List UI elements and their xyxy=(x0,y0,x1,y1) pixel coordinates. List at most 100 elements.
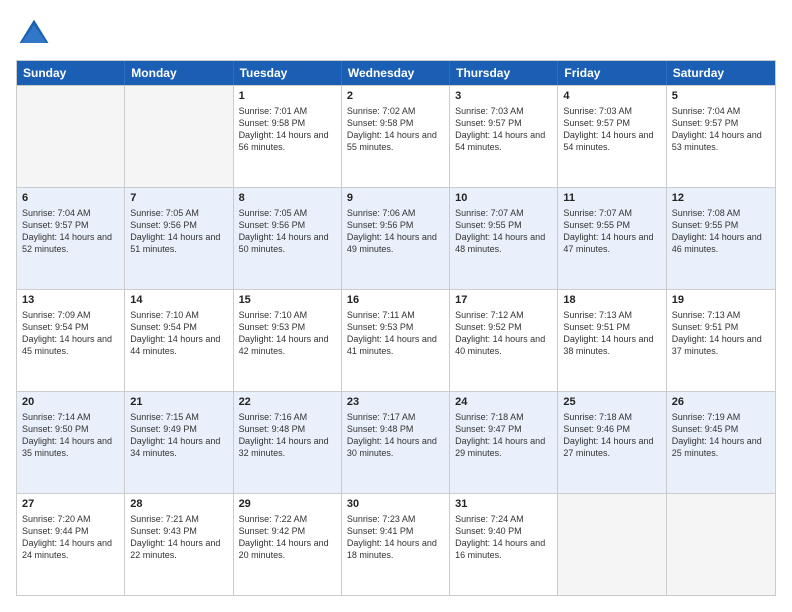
weekday-header-saturday: Saturday xyxy=(667,61,775,85)
calendar-cell-29: 29 Sunrise: 7:22 AM Sunset: 9:42 PM Dayli… xyxy=(234,494,342,595)
cell-info: Sunrise: 7:15 AM Sunset: 9:49 PM Dayligh… xyxy=(130,411,227,460)
cell-day-number: 8 xyxy=(239,192,336,204)
calendar-cell-28: 28 Sunrise: 7:21 AM Sunset: 9:43 PM Dayli… xyxy=(125,494,233,595)
cell-info: Sunrise: 7:14 AM Sunset: 9:50 PM Dayligh… xyxy=(22,411,119,460)
cell-info: Sunrise: 7:16 AM Sunset: 9:48 PM Dayligh… xyxy=(239,411,336,460)
cell-day-number: 24 xyxy=(455,396,552,408)
weekday-header-tuesday: Tuesday xyxy=(234,61,342,85)
cell-day-number: 10 xyxy=(455,192,552,204)
calendar-cell-13: 13 Sunrise: 7:09 AM Sunset: 9:54 PM Dayli… xyxy=(17,290,125,391)
calendar-cell-5: 5 Sunrise: 7:04 AM Sunset: 9:57 PM Daylig… xyxy=(667,86,775,187)
calendar: SundayMondayTuesdayWednesdayThursdayFrid… xyxy=(16,60,776,596)
calendar-cell-2: 2 Sunrise: 7:02 AM Sunset: 9:58 PM Daylig… xyxy=(342,86,450,187)
cell-day-number: 16 xyxy=(347,294,444,306)
calendar-row-2: 6 Sunrise: 7:04 AM Sunset: 9:57 PM Daylig… xyxy=(17,187,775,289)
calendar-cell-30: 30 Sunrise: 7:23 AM Sunset: 9:41 PM Dayli… xyxy=(342,494,450,595)
cell-info: Sunrise: 7:23 AM Sunset: 9:41 PM Dayligh… xyxy=(347,513,444,562)
cell-info: Sunrise: 7:11 AM Sunset: 9:53 PM Dayligh… xyxy=(347,309,444,358)
cell-day-number: 5 xyxy=(672,90,770,102)
weekday-header-monday: Monday xyxy=(125,61,233,85)
cell-day-number: 18 xyxy=(563,294,660,306)
cell-day-number: 11 xyxy=(563,192,660,204)
cell-day-number: 6 xyxy=(22,192,119,204)
cell-info: Sunrise: 7:01 AM Sunset: 9:58 PM Dayligh… xyxy=(239,105,336,154)
calendar-cell-7: 7 Sunrise: 7:05 AM Sunset: 9:56 PM Daylig… xyxy=(125,188,233,289)
cell-info: Sunrise: 7:04 AM Sunset: 9:57 PM Dayligh… xyxy=(672,105,770,154)
calendar-cell-17: 17 Sunrise: 7:12 AM Sunset: 9:52 PM Dayli… xyxy=(450,290,558,391)
cell-info: Sunrise: 7:20 AM Sunset: 9:44 PM Dayligh… xyxy=(22,513,119,562)
cell-day-number: 27 xyxy=(22,498,119,510)
cell-day-number: 1 xyxy=(239,90,336,102)
cell-day-number: 23 xyxy=(347,396,444,408)
calendar-row-5: 27 Sunrise: 7:20 AM Sunset: 9:44 PM Dayli… xyxy=(17,493,775,595)
cell-day-number: 15 xyxy=(239,294,336,306)
cell-day-number: 21 xyxy=(130,396,227,408)
calendar-cell-3: 3 Sunrise: 7:03 AM Sunset: 9:57 PM Daylig… xyxy=(450,86,558,187)
logo-icon xyxy=(16,16,52,52)
cell-info: Sunrise: 7:22 AM Sunset: 9:42 PM Dayligh… xyxy=(239,513,336,562)
calendar-cell-9: 9 Sunrise: 7:06 AM Sunset: 9:56 PM Daylig… xyxy=(342,188,450,289)
calendar-cell-19: 19 Sunrise: 7:13 AM Sunset: 9:51 PM Dayli… xyxy=(667,290,775,391)
calendar-header: SundayMondayTuesdayWednesdayThursdayFrid… xyxy=(17,61,775,85)
cell-day-number: 17 xyxy=(455,294,552,306)
cell-day-number: 29 xyxy=(239,498,336,510)
calendar-cell-15: 15Sunrise: 7:10 AM Sunset: 9:53 PM Dayli… xyxy=(234,290,342,391)
calendar-row-1: 1 Sunrise: 7:01 AM Sunset: 9:58 PM Daylig… xyxy=(17,85,775,187)
calendar-row-4: 20 Sunrise: 7:14 AM Sunset: 9:50 PM Dayli… xyxy=(17,391,775,493)
calendar-cell-4: 4 Sunrise: 7:03 AM Sunset: 9:57 PM Daylig… xyxy=(558,86,666,187)
weekday-header-wednesday: Wednesday xyxy=(342,61,450,85)
cell-info: Sunrise: 7:06 AM Sunset: 9:56 PM Dayligh… xyxy=(347,207,444,256)
weekday-header-thursday: Thursday xyxy=(450,61,558,85)
cell-day-number: 28 xyxy=(130,498,227,510)
cell-day-number: 25 xyxy=(563,396,660,408)
cell-day-number: 30 xyxy=(347,498,444,510)
cell-day-number: 2 xyxy=(347,90,444,102)
calendar-cell-21: 21 Sunrise: 7:15 AM Sunset: 9:49 PM Dayli… xyxy=(125,392,233,493)
calendar-cell-10: 10Sunrise: 7:07 AM Sunset: 9:55 PM Dayli… xyxy=(450,188,558,289)
cell-day-number: 12 xyxy=(672,192,770,204)
cell-info: Sunrise: 7:12 AM Sunset: 9:52 PM Dayligh… xyxy=(455,309,552,358)
calendar-cell-empty xyxy=(125,86,233,187)
cell-day-number: 20 xyxy=(22,396,119,408)
weekday-header-sunday: Sunday xyxy=(17,61,125,85)
calendar-cell-27: 27 Sunrise: 7:20 AM Sunset: 9:44 PM Dayli… xyxy=(17,494,125,595)
cell-info: Sunrise: 7:09 AM Sunset: 9:54 PM Dayligh… xyxy=(22,309,119,358)
page: SundayMondayTuesdayWednesdayThursdayFrid… xyxy=(0,0,792,612)
cell-info: Sunrise: 7:18 AM Sunset: 9:47 PM Dayligh… xyxy=(455,411,552,460)
cell-day-number: 26 xyxy=(672,396,770,408)
calendar-cell-22: 22 Sunrise: 7:16 AM Sunset: 9:48 PM Dayli… xyxy=(234,392,342,493)
cell-info: Sunrise: 7:24 AM Sunset: 9:40 PM Dayligh… xyxy=(455,513,552,562)
cell-info: Sunrise: 7:13 AM Sunset: 9:51 PM Dayligh… xyxy=(563,309,660,358)
weekday-header-friday: Friday xyxy=(558,61,666,85)
cell-info: Sunrise: 7:03 AM Sunset: 9:57 PM Dayligh… xyxy=(563,105,660,154)
calendar-cell-1: 1 Sunrise: 7:01 AM Sunset: 9:58 PM Daylig… xyxy=(234,86,342,187)
calendar-cell-8: 8Sunrise: 7:05 AM Sunset: 9:56 PM Daylig… xyxy=(234,188,342,289)
header xyxy=(16,16,776,52)
cell-info: Sunrise: 7:07 AM Sunset: 9:55 PM Dayligh… xyxy=(563,207,660,256)
cell-day-number: 22 xyxy=(239,396,336,408)
calendar-cell-11: 11 Sunrise: 7:07 AM Sunset: 9:55 PM Dayli… xyxy=(558,188,666,289)
calendar-cell-16: 16 Sunrise: 7:11 AM Sunset: 9:53 PM Dayli… xyxy=(342,290,450,391)
cell-info: Sunrise: 7:03 AM Sunset: 9:57 PM Dayligh… xyxy=(455,105,552,154)
cell-info: Sunrise: 7:02 AM Sunset: 9:58 PM Dayligh… xyxy=(347,105,444,154)
calendar-cell-23: 23Sunrise: 7:17 AM Sunset: 9:48 PM Dayli… xyxy=(342,392,450,493)
calendar-row-3: 13 Sunrise: 7:09 AM Sunset: 9:54 PM Dayli… xyxy=(17,289,775,391)
cell-day-number: 4 xyxy=(563,90,660,102)
cell-day-number: 9 xyxy=(347,192,444,204)
cell-info: Sunrise: 7:05 AM Sunset: 9:56 PM Dayligh… xyxy=(130,207,227,256)
cell-day-number: 31 xyxy=(455,498,552,510)
cell-info: Sunrise: 7:04 AM Sunset: 9:57 PM Dayligh… xyxy=(22,207,119,256)
calendar-cell-25: 25 Sunrise: 7:18 AM Sunset: 9:46 PM Dayli… xyxy=(558,392,666,493)
cell-info: Sunrise: 7:21 AM Sunset: 9:43 PM Dayligh… xyxy=(130,513,227,562)
calendar-cell-26: 26Sunrise: 7:19 AM Sunset: 9:45 PM Dayli… xyxy=(667,392,775,493)
cell-day-number: 13 xyxy=(22,294,119,306)
cell-day-number: 7 xyxy=(130,192,227,204)
cell-info: Sunrise: 7:13 AM Sunset: 9:51 PM Dayligh… xyxy=(672,309,770,358)
cell-info: Sunrise: 7:10 AM Sunset: 9:54 PM Dayligh… xyxy=(130,309,227,358)
calendar-cell-20: 20 Sunrise: 7:14 AM Sunset: 9:50 PM Dayli… xyxy=(17,392,125,493)
calendar-cell-24: 24 Sunrise: 7:18 AM Sunset: 9:47 PM Dayli… xyxy=(450,392,558,493)
cell-day-number: 3 xyxy=(455,90,552,102)
calendar-body: 1 Sunrise: 7:01 AM Sunset: 9:58 PM Daylig… xyxy=(17,85,775,595)
cell-info: Sunrise: 7:18 AM Sunset: 9:46 PM Dayligh… xyxy=(563,411,660,460)
cell-day-number: 19 xyxy=(672,294,770,306)
